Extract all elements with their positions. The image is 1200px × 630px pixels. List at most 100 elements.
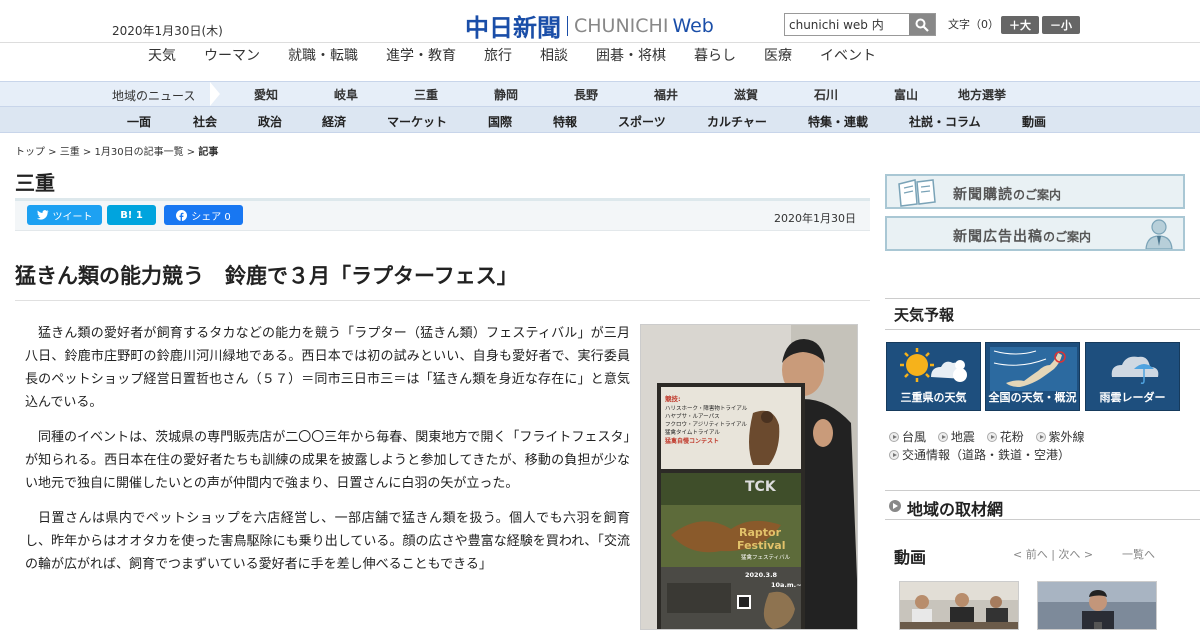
cat-video[interactable]: 動画 bbox=[1022, 113, 1046, 130]
weather-tile-mie[interactable]: 三重県の天気 bbox=[886, 342, 981, 411]
sidebar-divider bbox=[885, 298, 1200, 299]
hatena-bookmark-button[interactable]: B! 1 bbox=[107, 205, 156, 225]
regional-reporting-link[interactable]: 地域の取材網 bbox=[885, 490, 1200, 520]
video-list-link[interactable]: 一覧へ bbox=[1122, 546, 1155, 562]
video-thumbnail[interactable] bbox=[899, 581, 1019, 630]
cat-market[interactable]: マーケット bbox=[387, 113, 447, 130]
search-input[interactable] bbox=[785, 14, 909, 35]
tweet-button[interactable]: ツイート bbox=[27, 205, 102, 225]
breadcrumb-top[interactable]: トップ bbox=[15, 147, 45, 158]
region-item-gifu[interactable]: 岐阜 bbox=[334, 86, 358, 103]
site-search bbox=[784, 13, 936, 36]
facebook-icon bbox=[176, 209, 188, 221]
subscribe-banner-label: 新聞購読のご案内 bbox=[953, 184, 1061, 204]
regional-reporting-label: 地域の取材網 bbox=[907, 500, 1004, 519]
advertising-banner-label: 新聞広告出稿のご案内 bbox=[953, 226, 1091, 246]
breadcrumb-current: 記事 bbox=[198, 147, 219, 158]
logo-web: Web bbox=[672, 14, 714, 37]
topnav-item-living[interactable]: 暮らし bbox=[694, 45, 736, 65]
cat-editorial[interactable]: 社説・コラム bbox=[909, 113, 981, 130]
weather-tile-radar[interactable]: 雨雲レーダー bbox=[1085, 342, 1180, 411]
poster-title2: Festival bbox=[737, 539, 785, 552]
weather-link-traffic[interactable]: 交通情報（道路・鉄道・空港） bbox=[889, 448, 1070, 462]
topnav-item-jobs[interactable]: 就職・転職 bbox=[288, 45, 358, 65]
weather-link-uv[interactable]: 紫外線 bbox=[1035, 430, 1085, 444]
sidebar-divider bbox=[885, 329, 1200, 330]
advertising-banner[interactable]: 新聞広告出稿のご案内 bbox=[885, 216, 1185, 251]
breadcrumb-list[interactable]: 1月30日の記事一覧 bbox=[95, 147, 184, 158]
header-date: 2020年1月30日(木) bbox=[112, 24, 223, 38]
region-item-aichi[interactable]: 愛知 bbox=[254, 86, 278, 103]
poster-events-heading: 競技: bbox=[665, 394, 681, 403]
region-item-shiga[interactable]: 滋賀 bbox=[734, 86, 758, 103]
cat-features[interactable]: 特集・連載 bbox=[808, 113, 868, 130]
advertising-banner-sub: のご案内 bbox=[1043, 230, 1092, 244]
video-thumbnail[interactable] bbox=[1037, 581, 1157, 630]
weather-tile-label: 三重県の天気 bbox=[900, 391, 967, 404]
poster-event: フクロウ・アジリティトライアル bbox=[665, 420, 747, 428]
subscribe-banner[interactable]: 新聞購読のご案内 bbox=[885, 174, 1185, 209]
font-bigger-button[interactable]: ＋大 bbox=[1001, 16, 1039, 34]
weather-tile-national[interactable]: 全国の天気・概況 bbox=[985, 342, 1080, 411]
region-news-bar: 地域のニュース 愛知 岐阜 三重 静岡 長野 福井 滋賀 石川 富山 地方選挙 bbox=[0, 81, 1200, 106]
link-bullet-icon bbox=[986, 432, 997, 442]
cat-sports[interactable]: スポーツ bbox=[618, 113, 666, 130]
cat-front-page[interactable]: 一面 bbox=[127, 113, 151, 130]
topnav-item-education[interactable]: 進学・教育 bbox=[386, 45, 456, 65]
topnav-item-event[interactable]: イベント bbox=[820, 45, 876, 65]
cat-society[interactable]: 社会 bbox=[193, 113, 217, 130]
article-body: 猛きん類の愛好者が飼育するタカなどの能力を競う「ラプター（猛きん類）フェスティバ… bbox=[25, 322, 630, 588]
site-logo[interactable]: 中日新聞 CHUNICHI Web bbox=[465, 8, 714, 43]
breadcrumb-sep: > bbox=[183, 147, 199, 158]
weather-link-earthquake[interactable]: 地震 bbox=[937, 430, 975, 444]
weather-link-label: 紫外線 bbox=[1048, 430, 1085, 444]
region-item-ishikawa[interactable]: 石川 bbox=[814, 86, 838, 103]
font-smaller-button[interactable]: －小 bbox=[1042, 16, 1080, 34]
region-item-shizuoka[interactable]: 静岡 bbox=[494, 86, 518, 103]
breadcrumb-mie[interactable]: 三重 bbox=[60, 147, 80, 158]
link-bullet-icon bbox=[889, 432, 899, 442]
poster-event: 猛禽タイムトライアル bbox=[665, 428, 720, 436]
weather-link-typhoon[interactable]: 台風 bbox=[889, 430, 926, 444]
topnav-item-medical[interactable]: 医療 bbox=[764, 45, 792, 65]
headline-divider bbox=[15, 300, 870, 301]
region-item-toyama[interactable]: 富山 bbox=[894, 86, 918, 103]
cat-special-report[interactable]: 特報 bbox=[553, 113, 577, 130]
topnav-item-igo-shogi[interactable]: 囲碁・将棋 bbox=[596, 45, 666, 65]
tweet-label: ツイート bbox=[52, 211, 93, 223]
search-icon bbox=[915, 18, 929, 32]
facebook-share-button[interactable]: シェア 0 bbox=[164, 205, 243, 225]
video-pager[interactable]: < 前へ | 次へ > bbox=[1013, 546, 1093, 562]
weather-tile-label: 全国の天気・概況 bbox=[988, 391, 1077, 404]
region-item-mie[interactable]: 三重 bbox=[414, 86, 438, 103]
topnav-item-weather[interactable]: 天気 bbox=[148, 45, 176, 65]
poster-event: 猛禽自慢コンテスト bbox=[664, 437, 719, 445]
article-date: 2020年1月30日 bbox=[774, 212, 856, 225]
top-nav: 天気 ウーマン 就職・転職 進学・教育 旅行 相談 囲碁・将棋 暮らし 医療 イ… bbox=[0, 42, 1200, 66]
article-photo[interactable]: 競技: ハリスホーク・障害物トライアル ハヤブサ・ルアーパス フクロウ・アジリテ… bbox=[640, 324, 858, 630]
region-item-election[interactable]: 地方選挙 bbox=[958, 86, 1006, 103]
region-item-fukui[interactable]: 福井 bbox=[654, 86, 678, 103]
weather-tile-label: 雨雲レーダー bbox=[1099, 391, 1166, 404]
link-bullet-icon bbox=[1035, 432, 1046, 442]
breadcrumb-sep: > bbox=[45, 147, 60, 158]
article-paragraph: 同種のイベントは、茨城県の専門販売店が二〇〇三年から毎春、関東地方で開く「フライ… bbox=[25, 430, 630, 491]
weather-link-pollen[interactable]: 花粉 bbox=[986, 430, 1024, 444]
topnav-item-consult[interactable]: 相談 bbox=[540, 45, 568, 65]
subscribe-banner-sub: のご案内 bbox=[1013, 188, 1062, 202]
region-item-nagano[interactable]: 長野 bbox=[574, 86, 598, 103]
logo-separator bbox=[567, 15, 568, 36]
link-bullet-icon bbox=[937, 432, 948, 442]
topnav-item-travel[interactable]: 旅行 bbox=[484, 45, 512, 65]
cat-culture[interactable]: カルチャー bbox=[707, 113, 767, 130]
topnav-item-woman[interactable]: ウーマン bbox=[204, 45, 260, 65]
breadcrumb: トップ > 三重 > 1月30日の記事一覧 > 記事 bbox=[15, 143, 218, 158]
cat-politics[interactable]: 政治 bbox=[258, 113, 282, 130]
japan-map-icon bbox=[990, 347, 1077, 391]
weather-links: 台風 地震 花粉 紫外線 交通情報（道路・鉄道・空港） bbox=[889, 428, 1093, 464]
cat-international[interactable]: 国際 bbox=[488, 113, 512, 130]
video-heading: 動画 bbox=[894, 548, 927, 567]
search-button[interactable] bbox=[909, 14, 935, 35]
cat-economy[interactable]: 経済 bbox=[322, 113, 346, 130]
poster-date: 2020.3.8 bbox=[745, 571, 778, 579]
